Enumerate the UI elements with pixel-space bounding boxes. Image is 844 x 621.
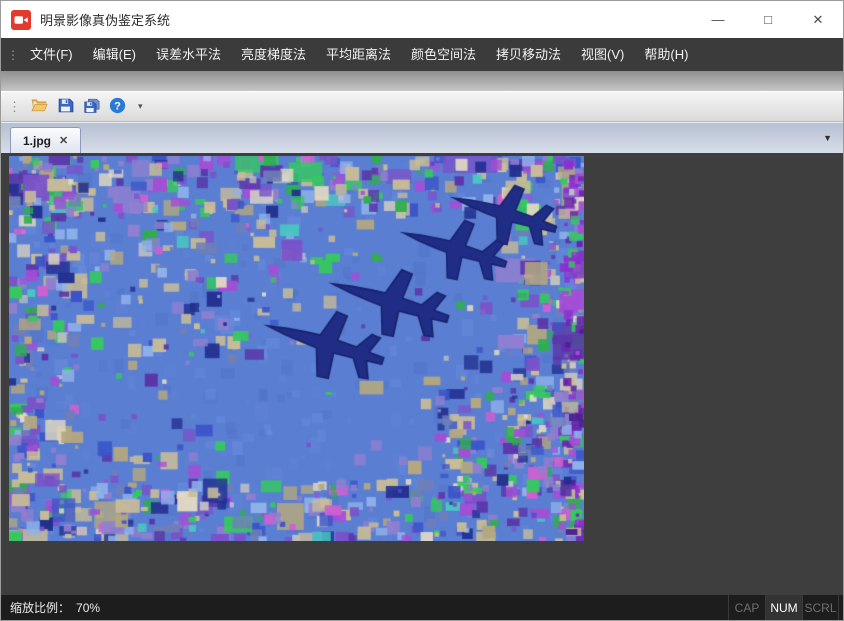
menu-item-4[interactable]: 平均距离法: [316, 38, 401, 71]
tab-label: 1.jpg: [23, 134, 51, 148]
app-icon: [11, 10, 31, 30]
statusbar-indicator-num: NUM: [765, 595, 802, 620]
save-button[interactable]: [52, 94, 78, 119]
help-button[interactable]: ?: [104, 94, 130, 119]
status-indicators: CAPNUMSCRL: [728, 595, 839, 620]
window-controls: — □ ✕: [693, 1, 843, 38]
menu-item-8[interactable]: 帮助(H): [634, 38, 698, 71]
window-title: 明景影像真伪鉴定系统: [40, 10, 170, 29]
menu-grip-icon: ⋮: [6, 48, 20, 62]
tab-bar: 1.jpg ✕ ▼: [1, 122, 843, 153]
maximize-button[interactable]: □: [743, 1, 793, 38]
app-window: 明景影像真伪鉴定系统 — □ ✕ ⋮ 文件(F)编辑(E)误差水平法亮度梯度法平…: [0, 0, 844, 621]
open-folder-icon: [30, 96, 48, 117]
status-bar: 缩放比例： 70% CAPNUMSCRL: [1, 595, 843, 620]
toolbar-overflow-icon[interactable]: ▾: [134, 101, 147, 112]
statusbar-indicator-scrl: SCRL: [802, 595, 839, 620]
tab-close-icon[interactable]: ✕: [59, 134, 68, 147]
title-bar: 明景影像真伪鉴定系统 — □ ✕: [1, 1, 843, 38]
close-button[interactable]: ✕: [793, 1, 843, 38]
zoom-value: 70%: [76, 601, 100, 615]
help-glyph: ?: [114, 100, 121, 112]
menu-item-7[interactable]: 视图(V): [571, 38, 634, 71]
document-area: [1, 153, 843, 595]
menu-items: 文件(F)编辑(E)误差水平法亮度梯度法平均距离法颜色空间法拷贝移动法视图(V)…: [20, 38, 698, 71]
menu-item-2[interactable]: 误差水平法: [146, 38, 231, 71]
save-all-button[interactable]: [78, 94, 104, 119]
zoom-label: 缩放比例：: [10, 599, 70, 616]
menu-bar: ⋮ 文件(F)编辑(E)误差水平法亮度梯度法平均距离法颜色空间法拷贝移动法视图(…: [1, 38, 843, 71]
help-icon: ?: [109, 97, 126, 117]
save-icon: [57, 97, 74, 117]
menu-item-5[interactable]: 颜色空间法: [401, 38, 486, 71]
toolbar: ⋮: [1, 91, 843, 122]
toolbar-grip-icon: ⋮: [8, 99, 21, 115]
tab-1jpg[interactable]: 1.jpg ✕: [10, 127, 81, 153]
analysis-image[interactable]: [9, 156, 584, 541]
toolbar-dock-area: [1, 71, 843, 91]
menu-item-1[interactable]: 编辑(E): [83, 38, 146, 71]
menu-item-3[interactable]: 亮度梯度法: [231, 38, 316, 71]
tab-list-dropdown-icon[interactable]: ▼: [823, 133, 832, 143]
menu-item-0[interactable]: 文件(F): [20, 38, 83, 71]
menu-item-6[interactable]: 拷贝移动法: [486, 38, 571, 71]
open-file-button[interactable]: [26, 94, 52, 119]
minimize-button[interactable]: —: [693, 1, 743, 38]
statusbar-indicator-cap: CAP: [728, 595, 765, 620]
save-all-icon: [83, 97, 100, 117]
